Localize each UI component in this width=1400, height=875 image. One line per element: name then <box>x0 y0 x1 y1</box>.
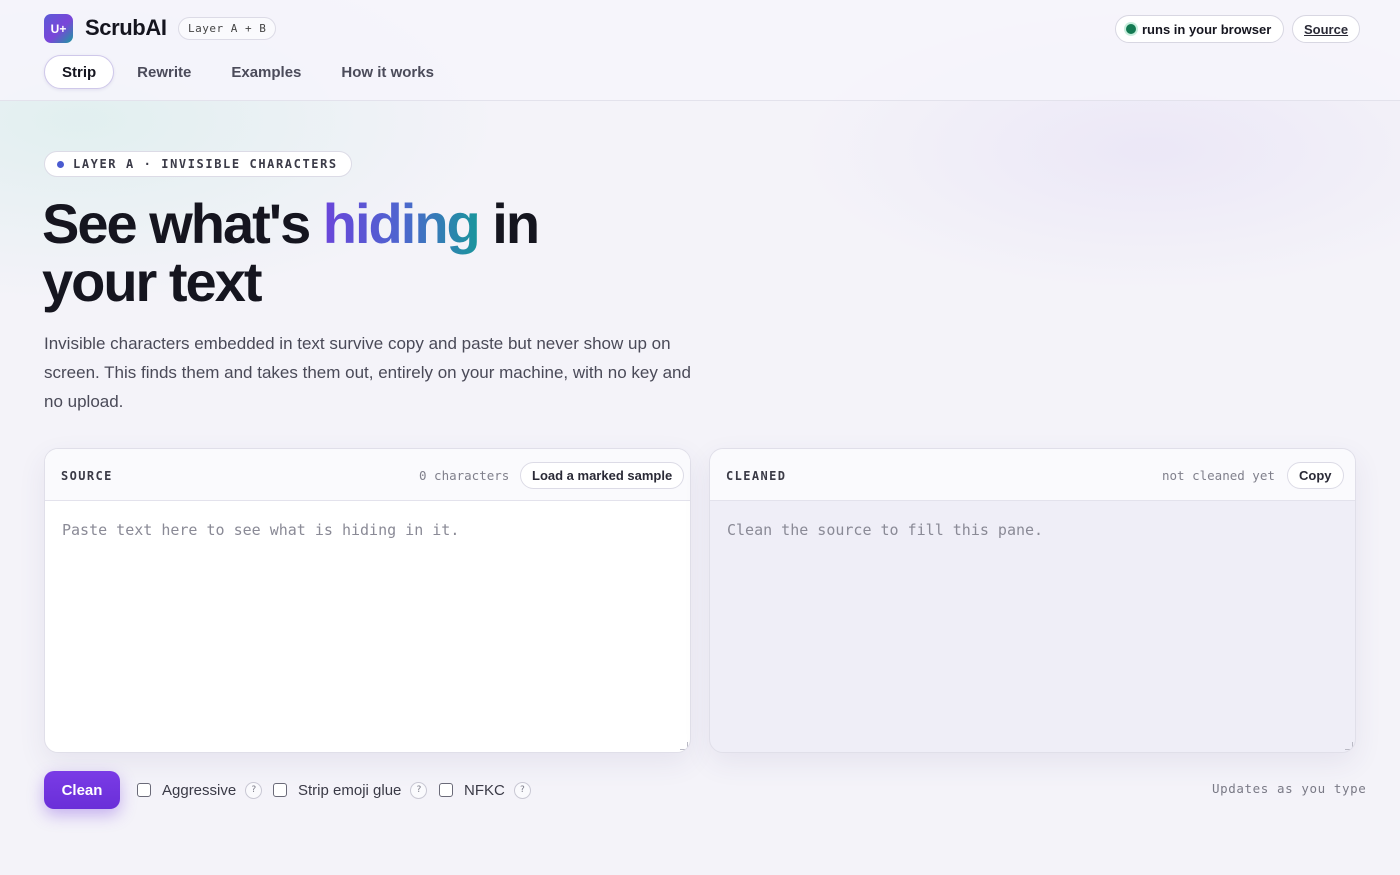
nav-tab-how-it-works[interactable]: How it works <box>324 55 451 89</box>
main-nav: Strip Rewrite Examples How it works <box>44 55 451 89</box>
headline-start: See what's <box>42 192 323 255</box>
strip-emoji-glue-label[interactable]: Strip emoji glue <box>298 782 401 799</box>
headline-accent-word: hiding <box>322 192 481 255</box>
strip-emoji-glue-help-icon[interactable]: ? <box>410 781 428 799</box>
page-headline: See what's hiding in your text <box>42 195 642 311</box>
strip-emoji-glue-checkbox[interactable] <box>273 783 287 797</box>
source-panel: SOURCE 0 characters Load a marked sample <box>44 448 691 753</box>
nav-tab-strip[interactable]: Strip <box>44 55 115 89</box>
nav-tab-rewrite[interactable]: Rewrite <box>120 55 208 89</box>
status-text: runs in your browser <box>1142 21 1272 37</box>
cleaned-panel-header: CLEANED not cleaned yet Copy <box>710 449 1355 501</box>
source-panel-title: SOURCE <box>61 469 113 483</box>
layer-badge: Layer A + B <box>178 17 277 40</box>
option-strip-emoji-glue: Strip emoji glue ? <box>273 780 428 800</box>
cleaned-panel: CLEANED not cleaned yet Copy <box>709 448 1356 753</box>
nfkc-checkbox[interactable] <box>439 783 453 797</box>
aggressive-label[interactable]: Aggressive <box>162 782 236 799</box>
top-header: U+ ScrubAI Layer A + B Strip Rewrite Exa… <box>0 0 1400 101</box>
aggressive-help-icon[interactable]: ? <box>245 781 263 799</box>
updates-note: Updates as you type <box>1212 781 1367 796</box>
clean-button[interactable]: Clean <box>44 771 120 809</box>
runs-in-browser-badge: runs in your browser <box>1115 15 1285 43</box>
aggressive-checkbox[interactable] <box>137 783 151 797</box>
nav-tab-examples[interactable]: Examples <box>214 55 318 89</box>
eyebrow-text: LAYER A · INVISIBLE CHARACTERS <box>73 157 338 171</box>
copy-button[interactable]: Copy <box>1287 462 1344 489</box>
option-nfkc: NFKC ? <box>439 780 531 800</box>
nfkc-label[interactable]: NFKC <box>464 782 505 799</box>
cleaned-resize-handle[interactable] <box>1345 742 1353 750</box>
cleaned-textarea[interactable] <box>710 501 1355 752</box>
layer-eyebrow-badge: LAYER A · INVISIBLE CHARACTERS <box>44 151 352 177</box>
source-textarea[interactable] <box>45 501 690 752</box>
cleaned-panel-title: CLEANED <box>726 469 787 483</box>
source-panel-header: SOURCE 0 characters Load a marked sample <box>45 449 690 501</box>
logo-icon[interactable]: U+ <box>44 14 73 43</box>
load-sample-button[interactable]: Load a marked sample <box>520 462 685 489</box>
nfkc-help-icon[interactable]: ? <box>513 781 531 799</box>
eyebrow-dot-icon <box>57 160 64 168</box>
brand-name[interactable]: ScrubAI <box>85 15 167 41</box>
option-aggressive: Aggressive ? <box>137 780 263 800</box>
page-description: Invisible characters embedded in text su… <box>44 334 691 411</box>
status-dot-icon <box>1126 24 1136 34</box>
character-count: 0 characters <box>419 468 510 483</box>
source-resize-handle[interactable] <box>680 742 688 750</box>
source-link-button[interactable]: Source <box>1292 15 1361 43</box>
cleaned-status: not cleaned yet <box>1162 468 1275 483</box>
